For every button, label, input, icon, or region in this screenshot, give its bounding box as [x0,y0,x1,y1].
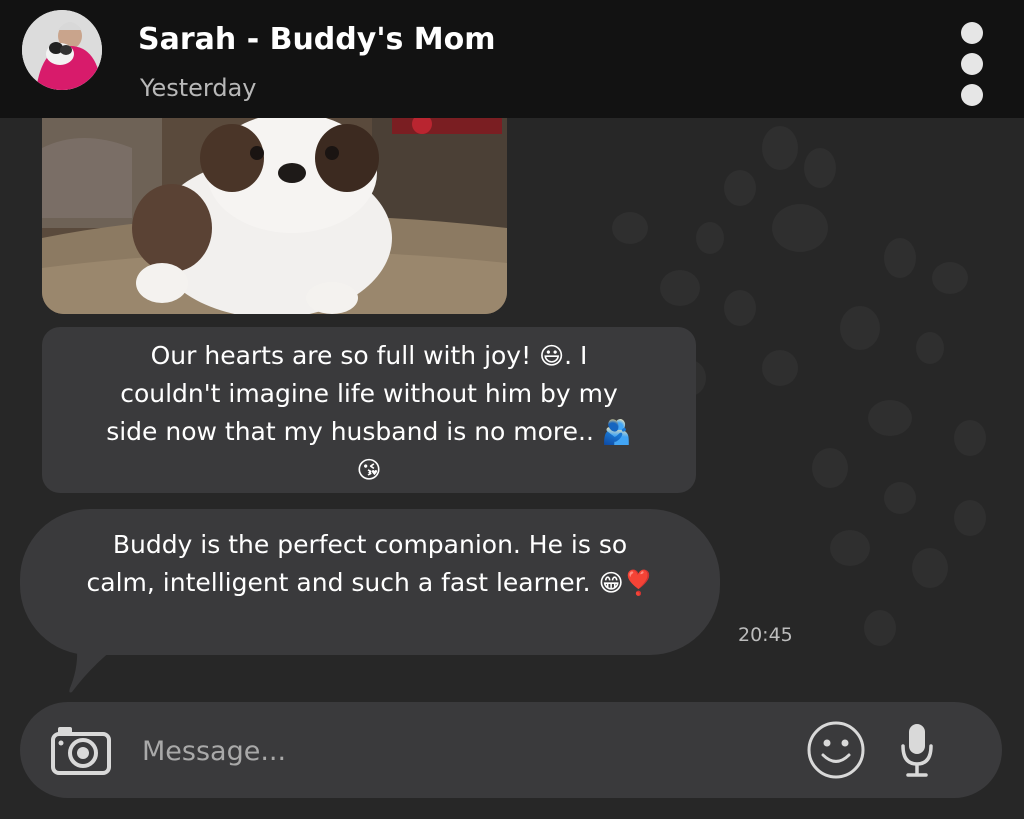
smiley-emoji: 😃 [539,342,565,370]
emoji-icon[interactable] [806,720,866,780]
message-time: 20:45 [738,624,793,646]
bubble-tail [69,640,126,693]
grin-heart-emoji: 😁❣️ [598,569,654,597]
message-input[interactable] [140,728,764,774]
chat-header: Sarah - Buddy's Mom Yesterday [0,0,1024,118]
more-vertical-icon [961,22,983,44]
puppy-photo [42,118,507,314]
more-options-button[interactable] [952,18,992,110]
contact-name[interactable]: Sarah - Buddy's Mom [138,22,496,57]
message-bubble[interactable]: Buddy is the perfect companion. He is so… [20,509,720,655]
avatar-image [22,10,102,90]
microphone-icon[interactable] [900,722,934,778]
last-seen-status: Yesterday [140,74,257,102]
message-composer [20,702,1002,798]
message-text: Buddy is the perfect companion. He is so… [86,530,628,597]
puppy-photo-message[interactable] [42,118,507,314]
message-bubble[interactable]: Our hearts are so full with joy! 😃. I co… [42,327,696,493]
camera-icon[interactable] [50,724,112,776]
contact-avatar[interactable] [22,10,102,90]
message-text: Our hearts are so full with joy! [150,341,540,370]
